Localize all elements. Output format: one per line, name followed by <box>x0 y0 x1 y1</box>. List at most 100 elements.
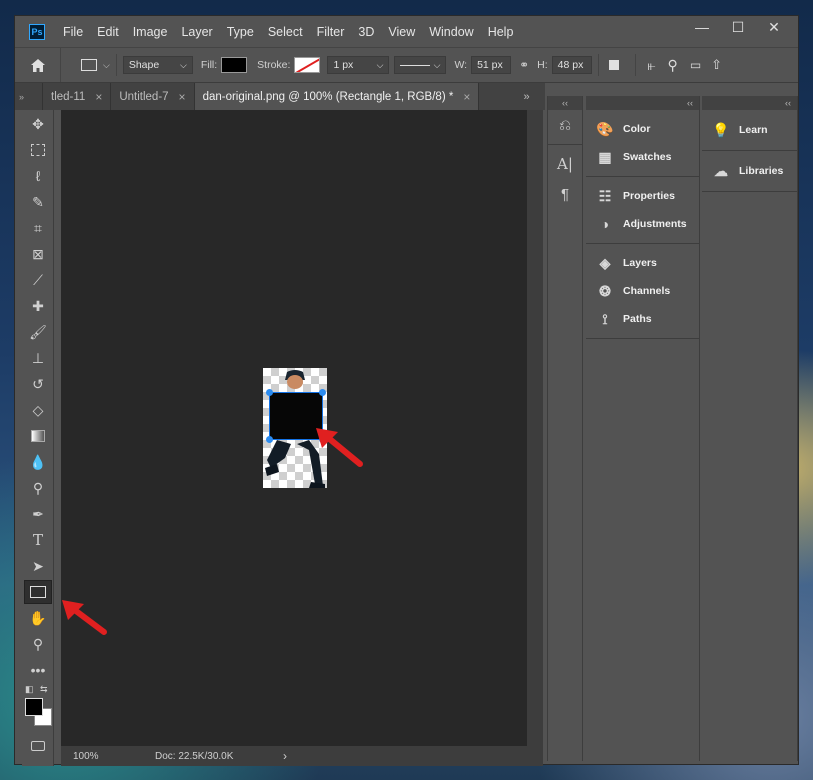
stroke-width-select[interactable]: 1 px ⌵ <box>327 56 390 74</box>
lasso-tool[interactable]: ℓ <box>24 164 52 188</box>
adjustments-panel-button[interactable]: ◑ Adjustments <box>586 210 699 238</box>
panel-group-learn: 💡 Learn <box>702 110 797 151</box>
link-icon[interactable]: ⚭ <box>519 58 529 72</box>
menu-image[interactable]: Image <box>133 25 168 39</box>
workspace-icon[interactable]: ▭ <box>690 58 701 72</box>
crop-tool[interactable]: ⌗ <box>24 216 52 240</box>
tab-untitled-11[interactable]: tled-11 × <box>43 83 112 110</box>
pen-tool[interactable]: ✒ <box>24 502 52 526</box>
default-colors-icon[interactable]: ◧ <box>25 684 34 695</box>
mode-select-value: Shape <box>128 59 160 71</box>
swap-colors-icon[interactable]: ⇆ <box>40 684 48 695</box>
search-icon[interactable]: ⚲ <box>668 57 678 74</box>
tab-dan-original[interactable]: dan-original.png @ 100% (Rectangle 1, RG… <box>194 83 480 110</box>
foreground-color-swatch[interactable] <box>25 698 43 716</box>
annotation-arrow-canvas <box>316 428 363 467</box>
menu-edit[interactable]: Edit <box>97 25 119 39</box>
menu-view[interactable]: View <box>388 25 415 39</box>
hand-tool[interactable]: ✋ <box>24 606 52 630</box>
eyedropper-tool[interactable]: ⟋ <box>24 268 52 292</box>
collapse-panels-icon[interactable]: ‹‹ <box>586 96 699 110</box>
palette-icon: 🎨 <box>596 120 614 137</box>
rectangle-tool[interactable] <box>24 580 52 604</box>
home-button[interactable] <box>15 48 61 82</box>
tab-label: Untitled-7 <box>119 90 169 103</box>
tool-preset-picker[interactable]: ⌵ <box>81 59 110 71</box>
chevron-down-icon: ⌵ <box>180 59 187 70</box>
menu-type[interactable]: Type <box>227 25 254 39</box>
history-panel-button[interactable]: ⎌ <box>548 110 582 140</box>
layers-panel-button[interactable]: ◈ Layers <box>586 249 699 277</box>
canvas-area[interactable] <box>61 110 527 746</box>
maximize-button[interactable]: ☐ <box>720 16 756 38</box>
zoom-level[interactable]: 100% <box>73 751 143 762</box>
mode-select[interactable]: Shape ⌵ <box>122 56 193 74</box>
type-tool[interactable]: T <box>24 528 52 552</box>
history-brush-tool[interactable]: ↺ <box>24 372 52 396</box>
anchor-handle[interactable] <box>319 389 326 396</box>
close-button[interactable]: ✕ <box>756 16 792 38</box>
collapse-panels-icon[interactable]: ‹‹ <box>702 96 797 110</box>
quick-mask-button[interactable] <box>24 734 52 758</box>
tab-untitled-7[interactable]: Untitled-7 × <box>111 83 195 110</box>
eraser-tool[interactable]: ◇ <box>24 398 52 422</box>
properties-panel-button[interactable]: ☷ Properties <box>586 182 699 210</box>
chevron-down-icon: ⌵ <box>433 59 441 70</box>
quick-selection-tool[interactable]: ✎ <box>24 190 52 214</box>
canvas-scrollbar[interactable] <box>527 110 543 766</box>
stroke-type-select[interactable]: ⌵ <box>394 56 447 74</box>
tabs-overflow-icon[interactable]: » <box>15 83 43 110</box>
menu-layer[interactable]: Layer <box>181 25 212 39</box>
menu-window[interactable]: Window <box>429 25 473 39</box>
menu-select[interactable]: Select <box>268 25 303 39</box>
collapse-strip-icon[interactable]: ‹‹ <box>548 96 582 110</box>
marquee-icon <box>31 144 45 156</box>
minimize-button[interactable]: — <box>684 16 720 38</box>
anchor-handle[interactable] <box>266 389 273 396</box>
gradient-icon <box>31 430 45 442</box>
path-alignment-icon[interactable]: ⫦ <box>648 57 656 74</box>
marquee-tool[interactable] <box>24 138 52 162</box>
share-icon[interactable]: ⇧ <box>711 57 722 73</box>
close-tab-icon[interactable]: × <box>95 90 102 104</box>
close-tab-icon[interactable]: × <box>179 90 186 104</box>
path-selection-tool[interactable]: ➤ <box>24 554 52 578</box>
history-icon: ⎌ <box>558 116 571 134</box>
brush-tool[interactable]: 🖌 <box>24 320 52 344</box>
paths-panel-button[interactable]: ⟟ Paths <box>586 305 699 333</box>
learn-panel-button[interactable]: 💡 Learn <box>702 116 797 144</box>
character-panel-button[interactable]: A| <box>548 149 582 179</box>
panel-label: Learn <box>739 124 768 136</box>
move-tool[interactable]: ✥ <box>24 112 52 136</box>
swatches-panel-button[interactable]: ▦ Swatches <box>586 143 699 171</box>
panel-group-layers: ◈ Layers ❂ Channels ⟟ Paths <box>586 244 699 339</box>
healing-brush-tool[interactable]: ✚ <box>24 294 52 318</box>
stroke-swatch[interactable] <box>294 57 321 73</box>
width-field[interactable]: 51 px <box>471 56 512 74</box>
clone-stamp-tool[interactable]: ⊥ <box>24 346 52 370</box>
close-tab-icon[interactable]: × <box>463 90 470 104</box>
paragraph-panel-button[interactable]: ¶ <box>548 179 582 209</box>
menu-3d[interactable]: 3D <box>358 25 374 39</box>
blur-tool[interactable]: 💧 <box>24 450 52 474</box>
fill-swatch[interactable] <box>221 57 248 73</box>
character-icon: A| <box>557 155 573 173</box>
height-field[interactable]: 48 px <box>551 56 592 74</box>
libraries-panel-button[interactable]: ☁ Libraries <box>702 157 797 185</box>
zoom-tool[interactable]: ⚲ <box>24 632 52 656</box>
frame-tool[interactable]: ⊠ <box>24 242 52 266</box>
menu-file[interactable]: File <box>63 25 83 39</box>
brush-icon: 🖌 <box>29 323 47 340</box>
dodge-tool[interactable]: ⚲ <box>24 476 52 500</box>
edit-toolbar-button[interactable]: ••• <box>24 658 52 682</box>
panel-expand-icon[interactable]: » <box>523 91 529 103</box>
path-operations-icon[interactable] <box>608 60 619 70</box>
bandage-icon: ✚ <box>32 297 44 314</box>
gradient-tool[interactable] <box>24 424 52 448</box>
color-panel-button[interactable]: 🎨 Color <box>586 115 699 143</box>
anchor-handle[interactable] <box>266 436 273 443</box>
status-menu-chevron-icon[interactable]: › <box>283 749 287 763</box>
menu-help[interactable]: Help <box>488 25 514 39</box>
channels-panel-button[interactable]: ❂ Channels <box>586 277 699 305</box>
menu-filter[interactable]: Filter <box>317 25 345 39</box>
